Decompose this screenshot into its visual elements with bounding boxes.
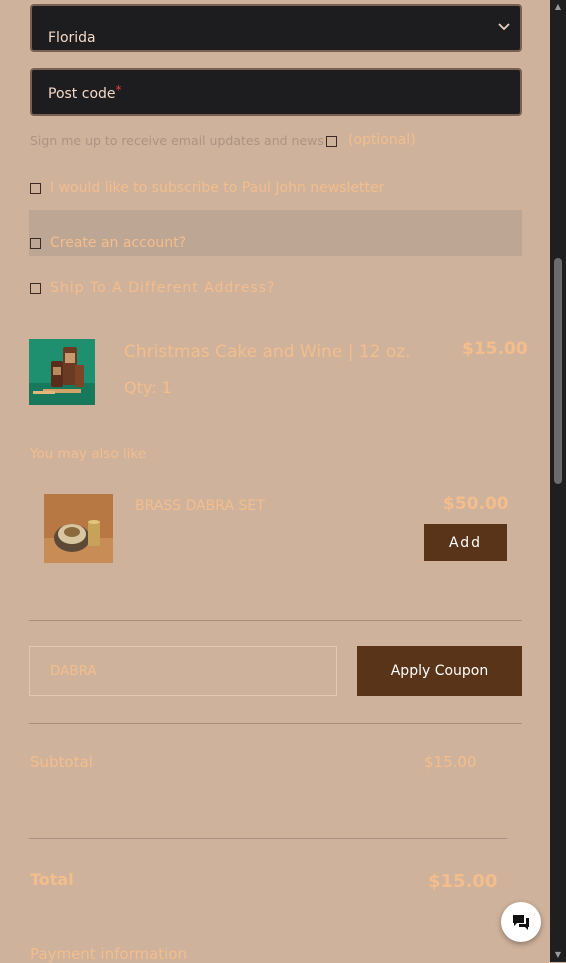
postcode-field[interactable]: Post code* <box>30 68 522 116</box>
upsell-product-image <box>44 494 113 563</box>
cart-item-price: $15.00 <box>462 339 528 359</box>
subtotal-value: $15.00 <box>424 753 477 771</box>
scroll-up-arrow[interactable]: ▲ <box>554 2 562 11</box>
add-upsell-button[interactable]: Add <box>424 524 507 561</box>
email-updates-optional: (optional) <box>348 132 416 148</box>
ship-different-label: Ship To A Different Address? <box>50 280 276 296</box>
cart-item-name[interactable]: Christmas Cake and Wine | 12 oz. <box>124 342 411 362</box>
coupon-input-value: DABRA <box>50 663 97 679</box>
divider <box>29 723 522 724</box>
subtotal-label: Subtotal <box>30 753 93 771</box>
apply-coupon-button[interactable]: Apply Coupon <box>357 646 522 696</box>
state-select-value: Florida <box>48 30 96 46</box>
chat-button[interactable] <box>501 902 541 942</box>
divider <box>29 838 507 839</box>
checkout-page: Florida Post code* Sign me up to receive… <box>0 0 550 963</box>
upsell-product-name[interactable]: BRASS DABRA SET <box>135 498 265 514</box>
scroll-down-arrow[interactable]: ▼ <box>554 950 562 959</box>
newsletter-label: I would like to subscribe to Paul John n… <box>50 180 385 196</box>
upsell-product-price: $50.00 <box>443 494 509 514</box>
email-updates-checkbox[interactable] <box>326 136 337 147</box>
required-marker: * <box>115 83 122 97</box>
create-account-checkbox[interactable] <box>30 238 41 249</box>
ship-different-checkbox[interactable] <box>30 283 41 294</box>
total-label: Total <box>30 870 74 889</box>
postcode-label: Post code* <box>48 83 122 102</box>
chevron-down-icon <box>498 20 510 35</box>
state-select[interactable]: Florida <box>30 4 522 52</box>
newsletter-checkbox[interactable] <box>30 183 41 194</box>
email-updates-row: Sign me up to receive email updates and … <box>30 133 324 148</box>
payment-heading: Payment information <box>30 945 188 963</box>
email-updates-label: Sign me up to receive email updates and … <box>30 133 324 148</box>
create-account-label: Create an account? <box>50 235 187 251</box>
upsell-heading: You may also like <box>30 446 147 462</box>
divider <box>29 620 522 621</box>
cart-item-image <box>29 339 95 405</box>
total-value: $15.00 <box>428 871 498 892</box>
scrollbar-thumb[interactable] <box>554 258 562 484</box>
chat-bubble-icon <box>511 913 531 935</box>
cart-item-qty: Qty: 1 <box>124 378 172 397</box>
coupon-input[interactable]: DABRA <box>29 646 337 696</box>
